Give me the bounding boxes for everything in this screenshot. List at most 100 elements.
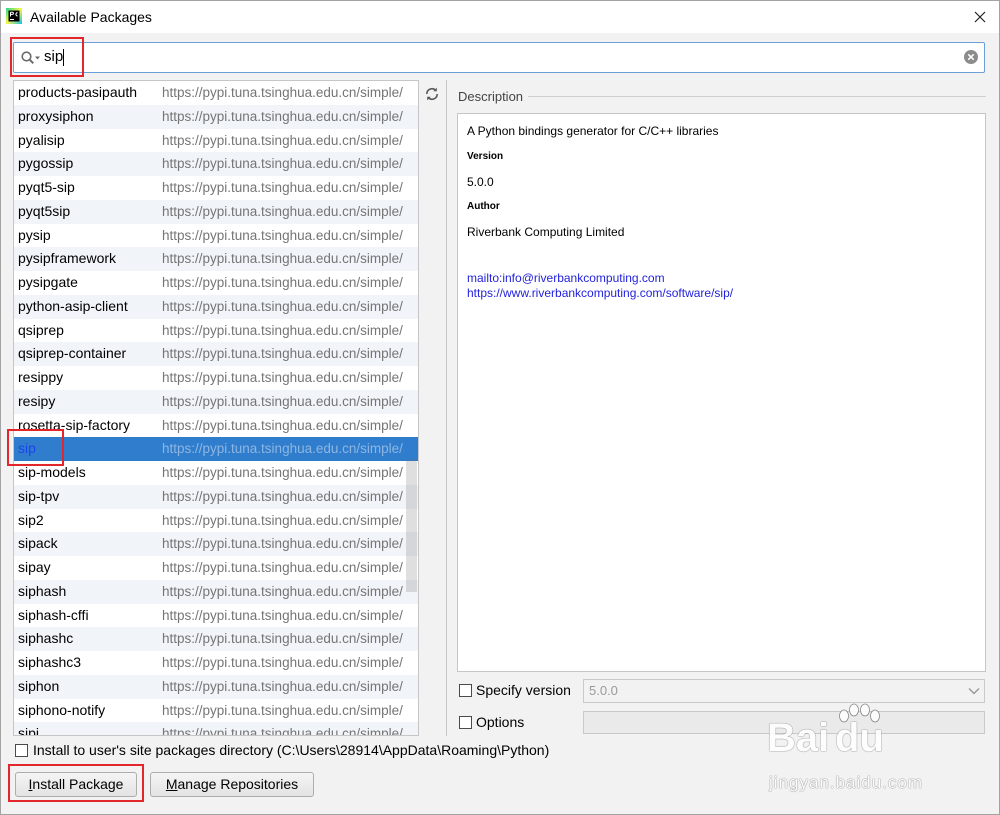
homepage-link[interactable]: https://www.riverbankcomputing.com/softw… <box>467 286 733 300</box>
package-name: sip <box>18 440 36 457</box>
package-repository: https://pypi.tuna.tsinghua.edu.cn/simple… <box>162 156 403 172</box>
package-row[interactable]: sipay https://pypi.tuna.tsinghua.edu.cn/s… <box>14 556 418 580</box>
package-row[interactable]: siphash https://pypi.tuna.tsinghua.edu.cn… <box>14 579 418 604</box>
package-row[interactable]: python-asip-client https://pypi.tuna.tsin… <box>14 294 418 319</box>
package-row[interactable]: resippy https://pypi.tuna.tsinghua.edu.cn… <box>14 366 418 390</box>
package-name: sip-tpv <box>18 487 60 504</box>
package-repository: https://pypi.tuna.tsinghua.edu.cn/simple… <box>162 85 403 100</box>
version-select-value: 5.0.0 <box>589 683 618 698</box>
window-title: Available Packages <box>30 9 152 25</box>
description-heading: Description <box>458 89 524 104</box>
package-name: proxysiphon <box>18 107 94 124</box>
list-scrollbar-thumb[interactable] <box>406 459 417 592</box>
package-name: qsiprep <box>18 321 64 338</box>
package-row[interactable]: siphon https://pypi.tuna.tsinghua.edu.cn/… <box>14 674 418 699</box>
package-name: siphash-cffi <box>18 606 89 623</box>
specify-version-checkbox[interactable] <box>459 684 472 697</box>
pycharm-icon <box>6 8 22 24</box>
manage-repositories-label: Manage Repositories <box>165 776 299 792</box>
package-row[interactable]: pyqt5-sip https://pypi.tuna.tsinghua.edu.… <box>14 176 418 200</box>
close-button[interactable] <box>968 5 992 29</box>
package-row[interactable]: pygossip https://pypi.tuna.tsinghua.edu.c… <box>14 152 418 176</box>
package-repository: https://pypi.tuna.tsinghua.edu.cn/simple… <box>162 583 403 599</box>
options-input[interactable] <box>583 711 985 734</box>
package-row[interactable]: pyalisip https://pypi.tuna.tsinghua.edu.c… <box>14 128 418 153</box>
close-icon <box>974 11 986 23</box>
description-panel: A Python bindings generator for C/C++ li… <box>457 113 986 672</box>
package-name: siphashc <box>18 630 74 647</box>
package-row[interactable]: pysipgate https://pypi.tuna.tsinghua.edu.… <box>14 271 418 295</box>
package-repository: https://pypi.tuna.tsinghua.edu.cn/simple… <box>162 393 403 409</box>
package-repository: https://pypi.tuna.tsinghua.edu.cn/simple… <box>162 251 403 267</box>
package-repository: https://pypi.tuna.tsinghua.edu.cn/simple… <box>162 702 403 718</box>
package-row[interactable]: qsiprep https://pypi.tuna.tsinghua.edu.cn… <box>14 318 418 343</box>
package-row[interactable]: products-pasipauth https://pypi.tuna.tsin… <box>14 81 418 105</box>
version-heading: Version <box>467 151 504 162</box>
package-row[interactable]: siphashc https://pypi.tuna.tsinghua.edu.c… <box>14 627 418 651</box>
search-icon[interactable] <box>20 50 42 66</box>
package-row[interactable]: sip-tpv https://pypi.tuna.tsinghua.edu.cn… <box>14 484 418 509</box>
package-repository: https://pypi.tuna.tsinghua.edu.cn/simple… <box>162 275 403 290</box>
package-row[interactable]: pyqt5sip https://pypi.tuna.tsinghua.edu.c… <box>14 199 418 224</box>
package-repository: https://pypi.tuna.tsinghua.edu.cn/simple… <box>162 108 403 124</box>
refresh-icon[interactable] <box>424 86 440 102</box>
package-row[interactable]: qsiprep-container https://pypi.tuna.tsing… <box>14 342 418 366</box>
package-row[interactable]: rosetta-sip-factory https://pypi.tuna.tsi… <box>14 413 418 438</box>
package-name: sipay <box>18 559 51 575</box>
package-name: rosetta-sip-factory <box>18 416 131 433</box>
package-name: qsiprep-container <box>18 345 127 362</box>
install-package-button[interactable]: Install Package <box>15 772 137 797</box>
package-name: resipy <box>18 392 56 409</box>
package-repository: https://pypi.tuna.tsinghua.edu.cn/simple… <box>162 536 403 552</box>
options-checkbox[interactable] <box>459 716 472 729</box>
specify-version-label[interactable]: Specify version <box>476 682 571 698</box>
package-name: pyqt5sip <box>18 202 71 219</box>
search-input[interactable] <box>13 42 985 73</box>
install-package-label: Install Package <box>28 776 124 792</box>
panel-divider[interactable] <box>446 80 447 736</box>
chevron-down-icon <box>968 687 980 695</box>
package-row[interactable]: sip2 https://pypi.tuna.tsinghua.edu.cn/si… <box>14 508 418 533</box>
package-row[interactable]: sip https://pypi.tuna.tsinghua.edu.cn/sim… <box>14 437 418 461</box>
package-name: python-asip-client <box>18 297 128 314</box>
package-repository: https://pypi.tuna.tsinghua.edu.cn/simple… <box>162 346 403 362</box>
package-name: products-pasipauth <box>18 84 138 100</box>
package-repository: https://pypi.tuna.tsinghua.edu.cn/simple… <box>162 203 403 219</box>
available-packages-dialog: Available Packages sip products-pasipaut… <box>0 0 1000 815</box>
package-row[interactable]: sip-models https://pypi.tuna.tsinghua.edu… <box>14 461 418 485</box>
package-repository: https://pypi.tuna.tsinghua.edu.cn/simple… <box>162 488 403 504</box>
install-to-user-checkbox[interactable] <box>15 744 28 757</box>
package-row[interactable]: pysip https://pypi.tuna.tsinghua.edu.cn/s… <box>14 223 418 248</box>
package-repository: https://pypi.tuna.tsinghua.edu.cn/simple… <box>162 180 403 195</box>
package-row[interactable]: sipi https://pypi.tuna.tsinghua.edu.cn/si… <box>14 722 418 735</box>
author-email-link[interactable]: mailto:info@riverbankcomputing.com <box>467 271 665 285</box>
package-row[interactable]: sipack https://pypi.tuna.tsinghua.edu.cn/… <box>14 532 418 556</box>
package-name: sip2 <box>18 511 44 528</box>
text-caret <box>63 49 64 66</box>
package-list[interactable]: products-pasipauth https://pypi.tuna.tsin… <box>13 80 419 736</box>
package-row[interactable]: proxysiphon https://pypi.tuna.tsinghua.ed… <box>14 104 418 129</box>
package-repository: https://pypi.tuna.tsinghua.edu.cn/simple… <box>162 465 403 480</box>
package-row[interactable]: resipy https://pypi.tuna.tsinghua.edu.cn/… <box>14 389 418 414</box>
package-repository: https://pypi.tuna.tsinghua.edu.cn/simple… <box>162 298 403 314</box>
package-repository: https://pypi.tuna.tsinghua.edu.cn/simple… <box>162 512 403 528</box>
package-row[interactable]: siphash-cffi https://pypi.tuna.tsinghua.e… <box>14 603 418 628</box>
author-heading: Author <box>467 201 500 212</box>
package-name: sipack <box>18 535 58 552</box>
clear-icon[interactable] <box>964 50 978 64</box>
options-label[interactable]: Options <box>476 714 524 730</box>
package-row[interactable]: siphashc3 https://pypi.tuna.tsinghua.edu.… <box>14 651 418 675</box>
package-version: 5.0.0 <box>467 175 494 189</box>
version-select[interactable]: 5.0.0 <box>583 679 985 703</box>
package-name: siphash <box>18 582 67 599</box>
package-repository: https://pypi.tuna.tsinghua.edu.cn/simple… <box>162 441 403 457</box>
package-row[interactable]: siphono-notify https://pypi.tuna.tsinghua… <box>14 698 418 723</box>
package-row[interactable]: pysipframework https://pypi.tuna.tsinghua… <box>14 247 418 271</box>
search-query[interactable]: sip <box>44 48 63 66</box>
package-name: pygossip <box>18 155 74 172</box>
manage-repositories-button[interactable]: Manage Repositories <box>150 772 314 797</box>
package-name: siphon <box>18 677 60 694</box>
package-name: pyqt5-sip <box>18 179 75 195</box>
install-to-user-label[interactable]: Install to user's site packages director… <box>33 742 549 758</box>
package-name: siphono-notify <box>18 701 106 718</box>
